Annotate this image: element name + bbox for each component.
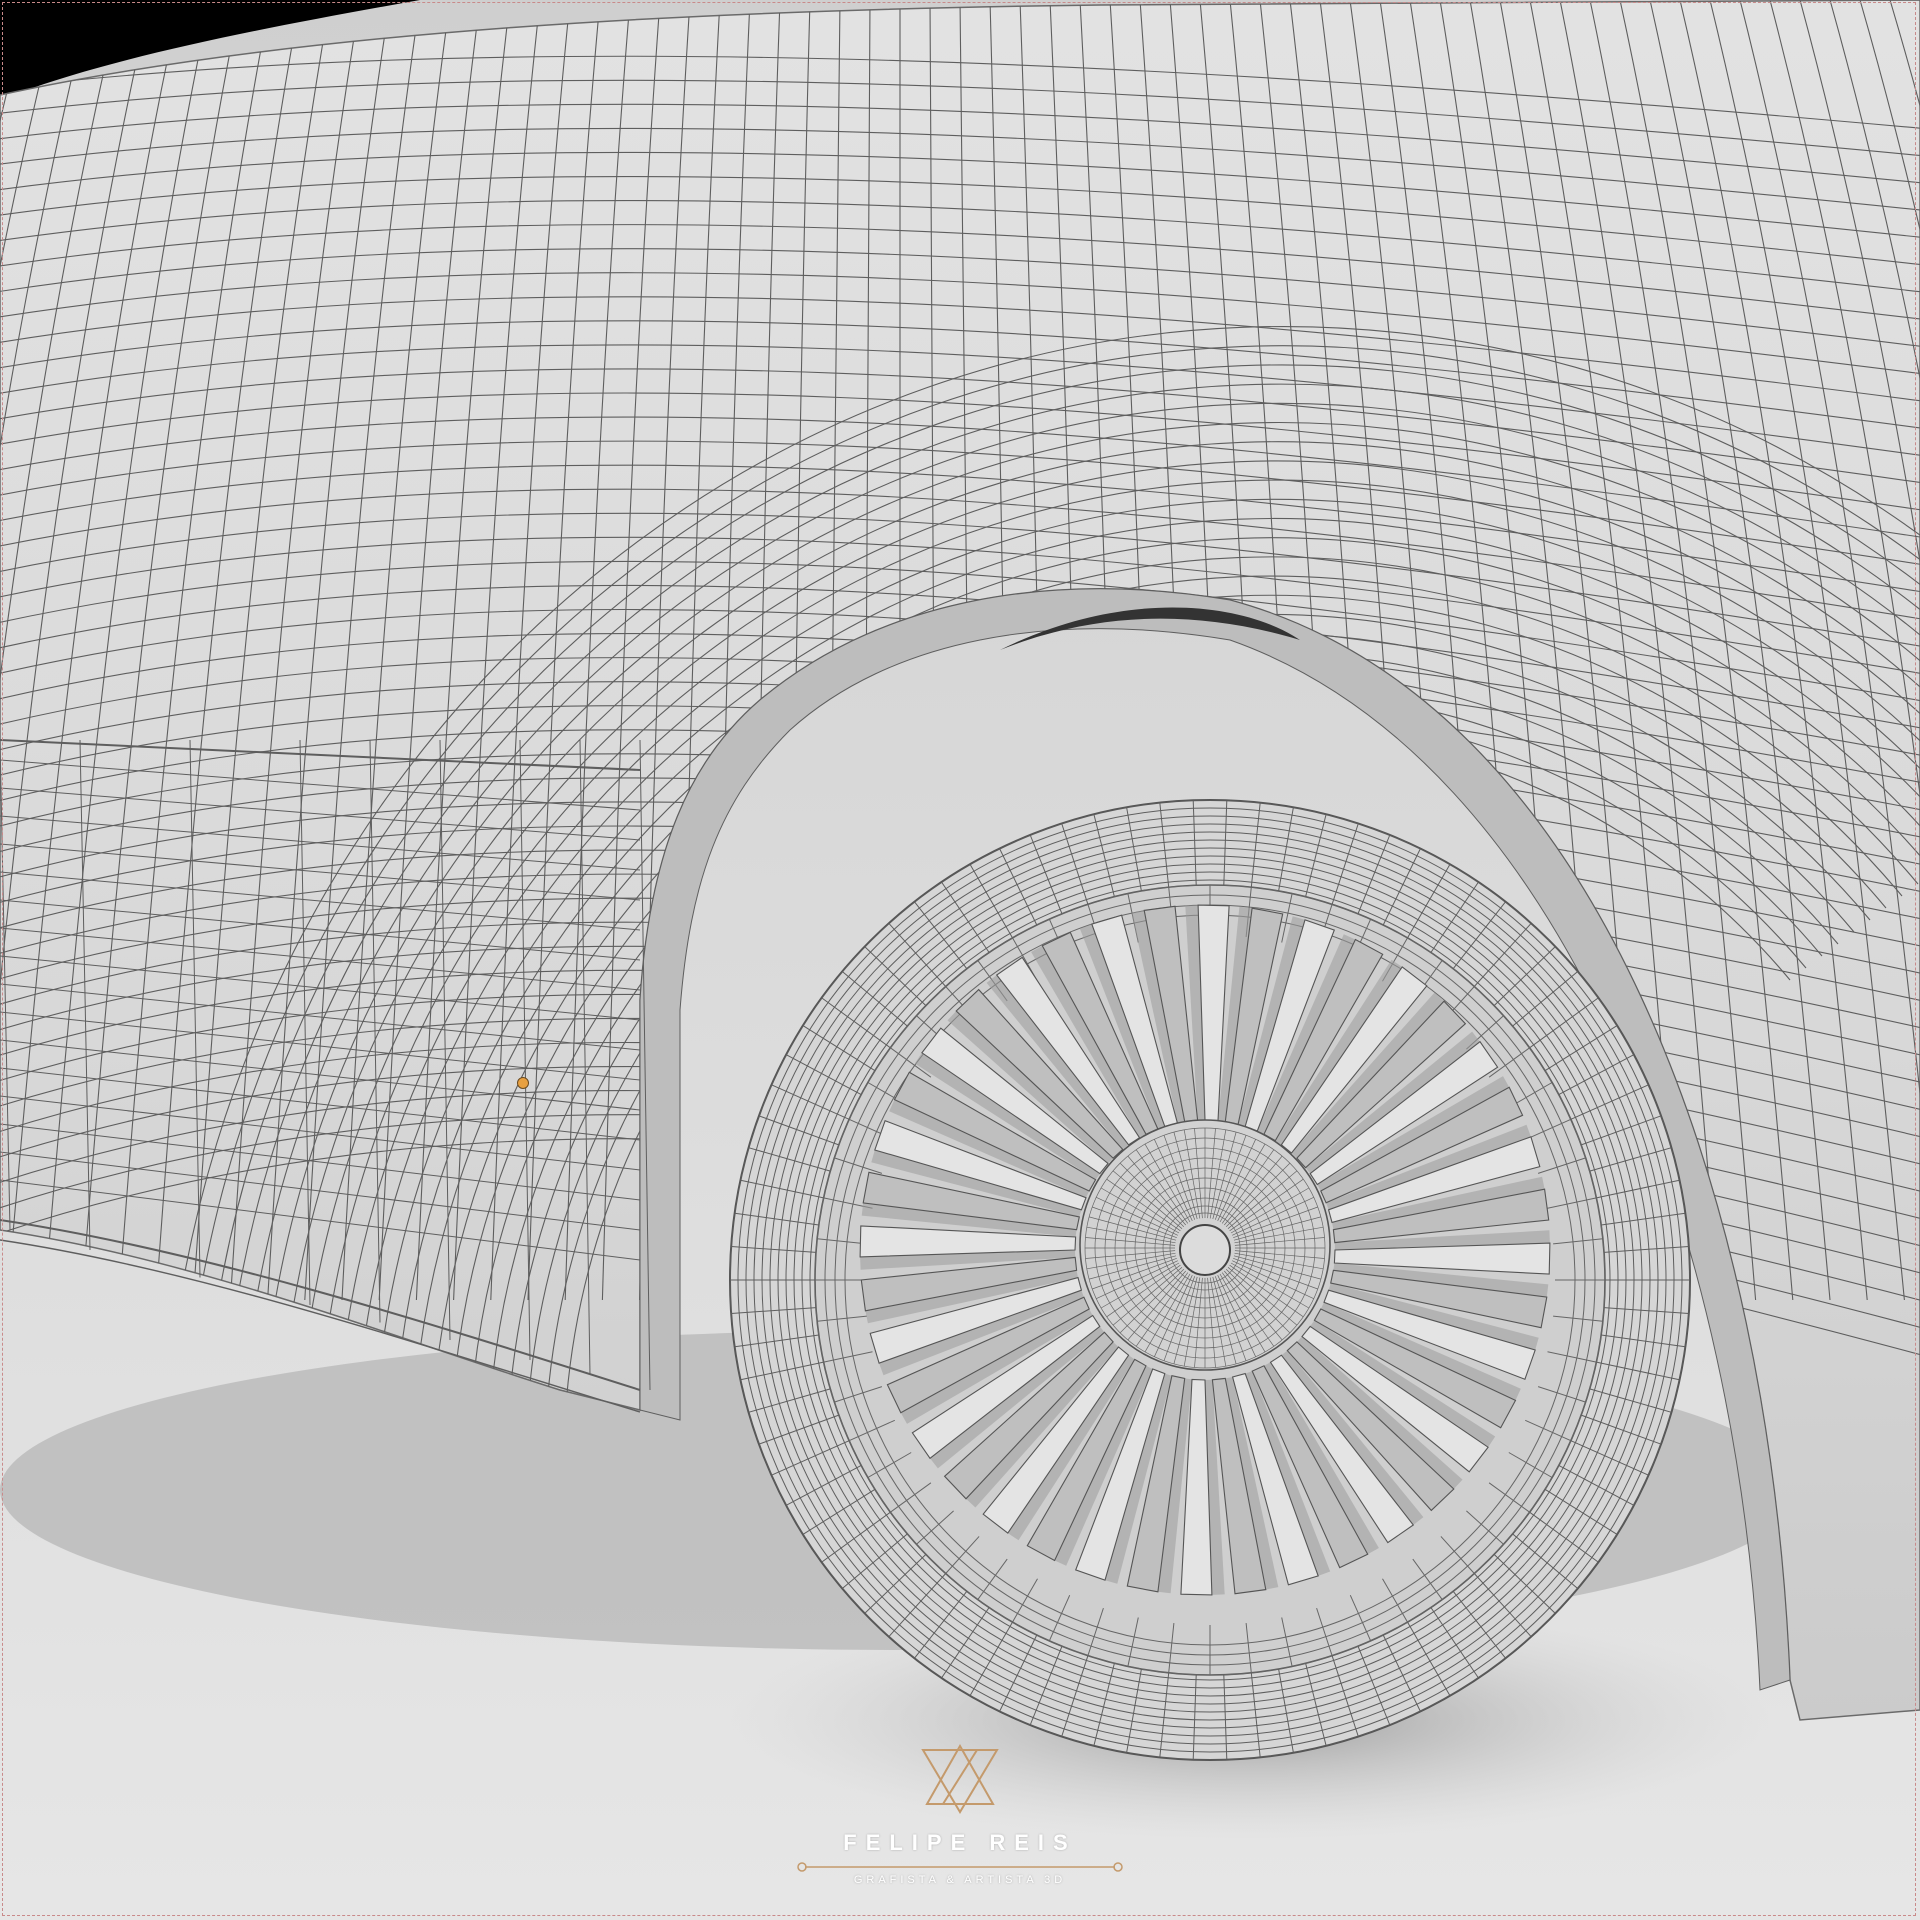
watermark: FELIPE REIS GRAFISTA & ARTISTA 3D [760,1740,1160,1910]
triangle-logo-icon [921,1743,999,1814]
render-viewport: FELIPE REIS GRAFISTA & ARTISTA 3D [0,0,1920,1920]
wheel-mesh [729,799,1691,1761]
watermark-subtitle: GRAFISTA & ARTISTA 3D [853,1874,1067,1886]
watermark-name: FELIPE REIS [843,1830,1077,1855]
watermark-divider [797,1862,1123,1872]
wireframe-scene [0,0,1920,1920]
object-origin-dot [517,1077,529,1089]
